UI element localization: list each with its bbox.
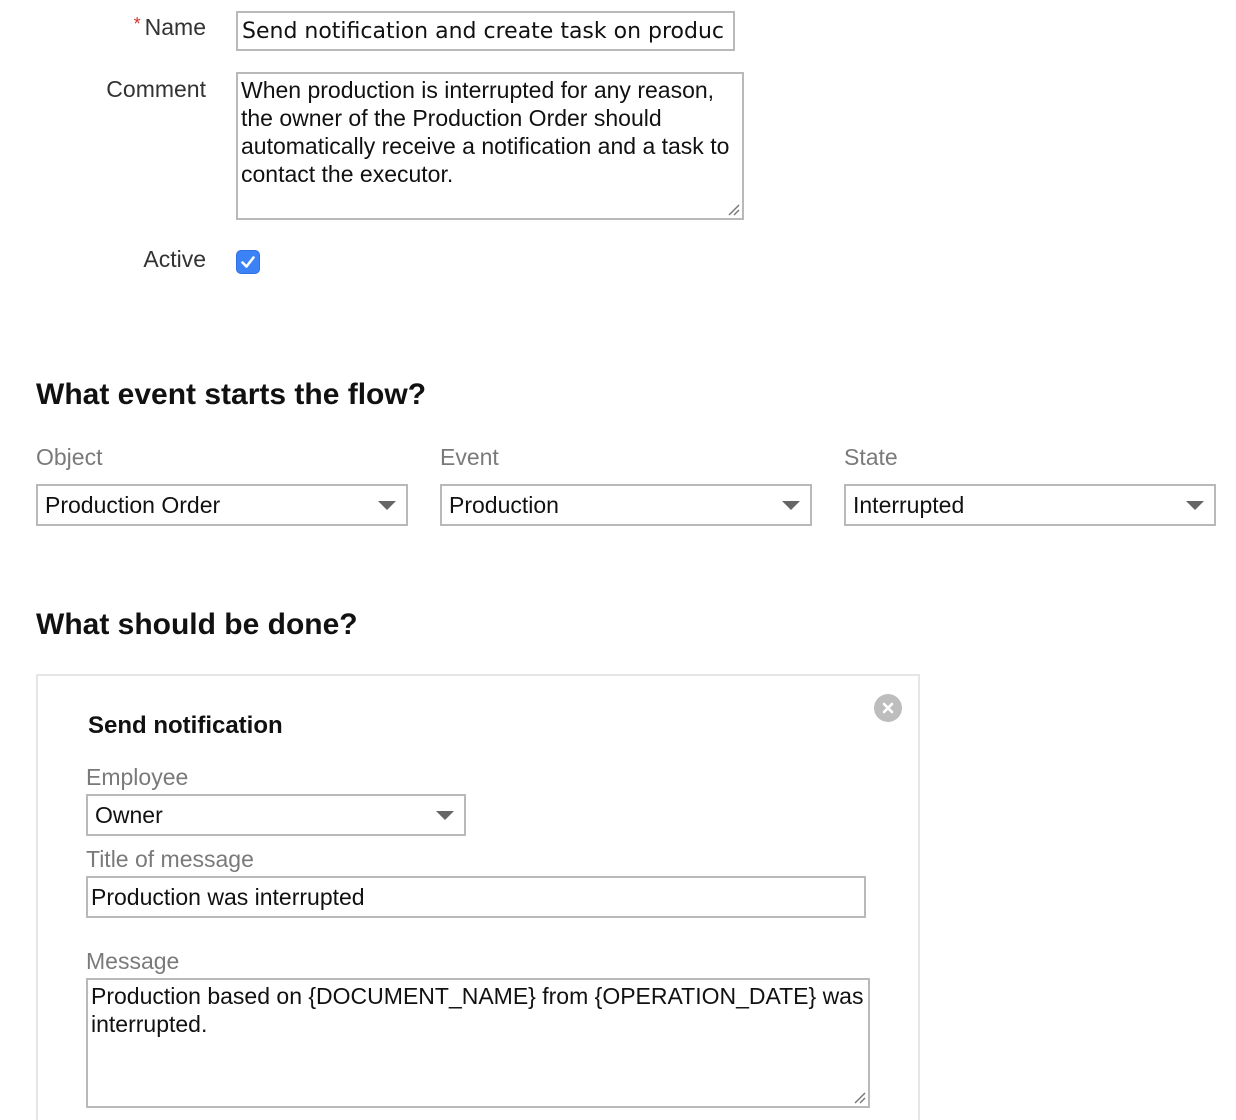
message-title-label: Title of message <box>86 846 254 872</box>
employee-label: Employee <box>86 764 189 790</box>
checkmark-icon <box>241 256 255 268</box>
dropdown-arrow-icon <box>436 811 454 820</box>
object-select[interactable]: Production Order <box>36 484 408 526</box>
send-notification-card: Send notification Employee Owner Title o… <box>36 674 920 1120</box>
close-icon <box>882 702 894 714</box>
message-label: Message <box>86 948 180 974</box>
message-textarea[interactable]: Production based on {DOCUMENT_NAME} from… <box>86 978 870 1108</box>
name-input[interactable] <box>236 11 735 51</box>
remove-action-button[interactable] <box>874 694 902 722</box>
active-checkbox[interactable] <box>236 250 260 274</box>
resize-grip-icon[interactable] <box>852 1090 866 1104</box>
state-label: State <box>844 444 898 470</box>
dropdown-arrow-icon <box>378 501 396 510</box>
dropdown-arrow-icon <box>1186 501 1204 510</box>
active-label: Active <box>143 246 206 272</box>
event-label: Event <box>440 444 499 470</box>
comment-textarea[interactable]: When production is interrupted for any r… <box>236 72 744 220</box>
object-select-value: Production Order <box>45 491 221 518</box>
state-select-value: Interrupted <box>853 491 965 518</box>
resize-grip-icon[interactable] <box>726 202 740 216</box>
comment-label: Comment <box>106 76 206 102</box>
dropdown-arrow-icon <box>782 501 800 510</box>
state-select[interactable]: Interrupted <box>844 484 1216 526</box>
event-select[interactable]: Production <box>440 484 812 526</box>
actions-heading: What should be done? <box>36 608 358 641</box>
name-label: Name <box>144 14 206 40</box>
flow-editor-page: *Name Comment When production is interru… <box>0 0 1236 1120</box>
trigger-heading: What event starts the flow? <box>36 378 427 411</box>
name-label-wrapper: * Name <box>134 14 206 41</box>
card-title: Send notification <box>88 712 283 739</box>
object-label: Object <box>36 444 103 470</box>
employee-select[interactable]: Owner <box>86 794 466 836</box>
event-select-value: Production <box>449 491 559 518</box>
message-title-input[interactable] <box>86 876 866 918</box>
employee-select-value: Owner <box>95 801 163 828</box>
required-marker: * <box>133 14 141 34</box>
